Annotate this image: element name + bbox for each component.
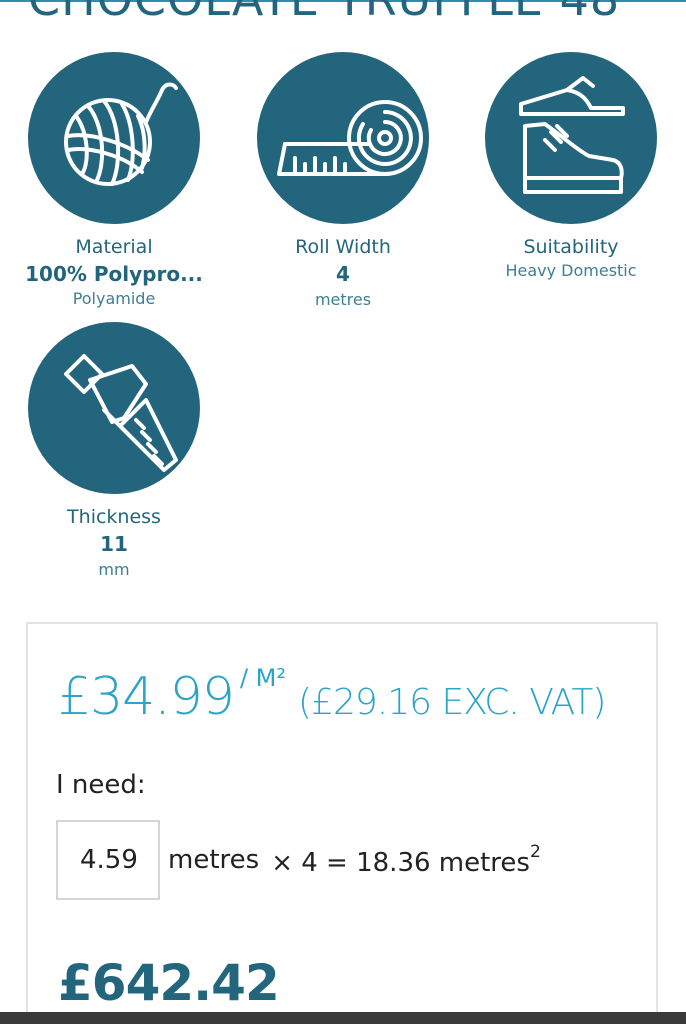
spec-material-sub: Polyamide xyxy=(72,289,156,308)
carpet-roll-icon xyxy=(257,52,429,224)
price-per-m2: £34.99 xyxy=(58,667,235,727)
spec-material-label: Material xyxy=(75,236,153,258)
spec-thickness-label: Thickness xyxy=(67,506,161,528)
total-price: £642.42 xyxy=(58,954,280,1012)
area-calculation: × 4 = 18.36 metres2 xyxy=(271,842,541,878)
footwear-icon xyxy=(485,52,657,224)
spec-roll-width-value: 4 xyxy=(336,262,350,286)
spec-material: Material 100% Polypro... Polyamide xyxy=(14,52,214,310)
price-calculator: £34.99/ M² (£29.16 EXC. VAT) I need: metr… xyxy=(26,622,658,1024)
spec-roll-width-unit: metres xyxy=(314,290,372,309)
yarn-ball-icon xyxy=(28,52,200,224)
caliper-icon xyxy=(28,322,200,494)
need-label: I need: xyxy=(56,770,146,800)
spec-thickness-unit: mm xyxy=(98,560,130,579)
quantity-input[interactable] xyxy=(56,820,160,900)
area-calculation-text: × 4 = 18.36 metres xyxy=(271,848,530,878)
spec-material-value: 100% Polypro... xyxy=(25,262,203,286)
product-page: CHOCOLATE TRUFFLE 48 Material 100% Polyp… xyxy=(0,0,686,1024)
area-calculation-sup: 2 xyxy=(529,842,541,862)
spec-roll-width-label: Roll Width xyxy=(295,236,391,258)
spec-thickness-value: 11 xyxy=(100,532,128,556)
spec-roll-width: Roll Width 4 metres xyxy=(243,52,443,312)
price-unit: / M² xyxy=(239,664,286,692)
product-title: CHOCOLATE TRUFFLE 48 xyxy=(28,0,620,26)
spec-suitability-label: Suitability xyxy=(523,236,619,258)
spec-thickness: Thickness 11 mm xyxy=(14,322,214,582)
price-line: £34.99/ M² (£29.16 EXC. VAT) xyxy=(58,664,606,727)
spec-suitability-sub: Heavy Domestic xyxy=(505,261,637,280)
spec-suitability: Suitability Heavy Domestic xyxy=(471,52,671,282)
price-exc-vat: (£29.16 EXC. VAT) xyxy=(298,682,606,723)
quantity-unit: metres xyxy=(168,845,260,875)
bottom-bar xyxy=(0,1012,686,1024)
quantity-row: metres × 4 = 18.36 metres2 xyxy=(56,820,541,900)
